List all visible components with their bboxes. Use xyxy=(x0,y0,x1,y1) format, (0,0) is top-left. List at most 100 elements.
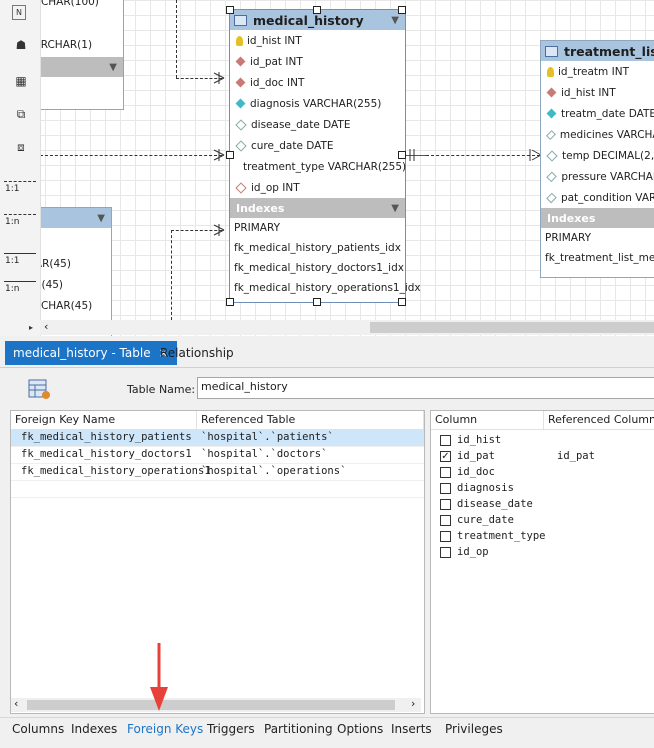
table-row[interactable]: cure_date xyxy=(431,512,654,528)
resize-handle[interactable] xyxy=(313,298,321,306)
diagram-canvas[interactable]: ARCHAR(100) VARCHAR(1) ▼ ▼ HAR(45) AR(45… xyxy=(0,0,654,336)
entity-treatment-list[interactable]: treatment_list id_treatm INT id_hist INT t… xyxy=(540,40,654,278)
column-checkbox[interactable] xyxy=(440,498,451,510)
table-row[interactable]: id_doc xyxy=(431,464,654,480)
resize-handle[interactable] xyxy=(398,6,406,14)
canvas-horizontal-scrollbar[interactable]: ‹ xyxy=(40,320,654,335)
fk-name-cell[interactable]: fk_medical_history_patients xyxy=(11,430,197,446)
index-item[interactable]: fk_medical_history_patients_idx xyxy=(230,238,405,258)
tab-inserts[interactable]: Inserts xyxy=(391,722,432,736)
fk-name-cell[interactable]: fk_medical_history_doctors1 xyxy=(11,447,197,463)
column-checkbox[interactable] xyxy=(440,434,451,446)
column-header[interactable]: Foreign Key Name xyxy=(11,411,197,429)
entity-column[interactable]: id_op INT xyxy=(230,177,405,198)
entity-header[interactable]: treatment_list xyxy=(541,41,654,61)
index-item[interactable]: fk_medical_history_doctors1_idx xyxy=(230,258,405,278)
fk-grid-horizontal-scrollbar[interactable]: ‹ › xyxy=(11,697,421,712)
column-header[interactable]: Referenced Table xyxy=(197,411,424,429)
collapse-icon[interactable]: ▼ xyxy=(391,203,399,214)
index-item[interactable]: fk_treatment_list_medic xyxy=(541,248,654,268)
resize-handle[interactable] xyxy=(226,298,234,306)
rel-1-1-tool[interactable]: 1:1 xyxy=(2,244,38,272)
table-row[interactable]: diagnosis xyxy=(431,480,654,496)
entity-column[interactable]: pressure VARCHAR(7 xyxy=(541,166,654,187)
column-checkbox[interactable]: ✓ xyxy=(440,450,451,462)
entity-column[interactable]: id_pat INT xyxy=(230,51,405,72)
table-row[interactable]: treatment_type xyxy=(431,528,654,544)
expand-toolbar-icon[interactable]: ▸ xyxy=(26,322,36,332)
entity-column[interactable]: id_hist INT xyxy=(541,82,654,103)
tab-partitioning[interactable]: Partitioning xyxy=(264,722,333,736)
resize-handle[interactable] xyxy=(398,151,406,159)
tab-options[interactable]: Options xyxy=(337,722,383,736)
resize-handle[interactable] xyxy=(398,298,406,306)
scroll-left-icon[interactable]: ‹ xyxy=(44,320,48,333)
collapse-icon[interactable]: ▼ xyxy=(391,15,399,26)
rel-1-n-identifying-tool[interactable]: 1:n xyxy=(2,205,38,233)
entity-medical-history[interactable]: medical_history ▼ id_hist INT id_pat INT i… xyxy=(229,9,421,303)
resize-handle[interactable] xyxy=(226,151,234,159)
tab-privileges[interactable]: Privileges xyxy=(445,722,503,736)
table-row-empty[interactable] xyxy=(11,481,424,498)
entity-column[interactable]: treatm_date DATE xyxy=(541,103,654,124)
table-row[interactable]: fk_medical_history_doctors1 `hospital`.`d… xyxy=(11,447,424,464)
rel-1-n-tool[interactable]: 1:n xyxy=(2,272,38,300)
note-tool-icon[interactable]: N xyxy=(12,5,26,20)
entity-column[interactable]: medicines VARCHAR( xyxy=(541,124,654,145)
column-header[interactable]: Referenced Column xyxy=(544,411,654,429)
fk-columns-grid[interactable]: Column Referenced Column id_hist ✓ id_pati… xyxy=(430,410,654,714)
column-checkbox[interactable] xyxy=(440,514,451,526)
referenced-table-cell[interactable]: `hospital`.`doctors` xyxy=(197,447,337,463)
column-checkbox[interactable] xyxy=(440,530,451,542)
column-checkbox[interactable] xyxy=(440,466,451,478)
tab-medical-history-table[interactable]: medical_history - Table × xyxy=(5,341,177,365)
tab-relationship[interactable]: Relationship xyxy=(152,341,242,365)
tab-foreign-keys[interactable]: Foreign Keys xyxy=(127,722,203,736)
index-item[interactable]: PRIMARY xyxy=(541,228,654,248)
tab-triggers[interactable]: Triggers xyxy=(207,722,255,736)
routine-tool-icon[interactable]: ⧈ xyxy=(12,138,30,156)
table-editor: Table Name: medical_history Foreign Key … xyxy=(0,368,654,718)
fk-name-cell[interactable]: fk_medical_history_operations1 xyxy=(11,464,211,480)
referenced-table-cell[interactable]: `hospital`.`patients` xyxy=(197,430,344,446)
table-name-input[interactable]: medical_history xyxy=(197,377,654,399)
column-checkbox[interactable] xyxy=(440,482,451,494)
scroll-right-icon[interactable]: › xyxy=(411,697,415,710)
entity-column[interactable]: id_hist INT xyxy=(230,30,405,51)
index-item[interactable]: fk_medical_history_operations1_idx xyxy=(230,278,421,298)
indexes-header[interactable]: Indexes ▼ xyxy=(230,198,405,218)
entity-column[interactable]: cure_date DATE xyxy=(230,135,405,156)
entity-column[interactable]: id_doc INT xyxy=(230,72,405,93)
table-row[interactable]: ✓ id_pat id_pat xyxy=(431,448,654,464)
scroll-left-icon[interactable]: ‹ xyxy=(14,697,18,710)
tab-columns[interactable]: Columns xyxy=(12,722,64,736)
rel-1-1-identifying-tool[interactable]: 1:1 xyxy=(2,172,38,200)
table-tool-icon[interactable]: ▦ xyxy=(12,72,30,90)
table-row[interactable]: id_op xyxy=(431,544,654,560)
scroll-thumb[interactable] xyxy=(370,322,654,333)
column-header[interactable]: Column xyxy=(431,411,544,429)
resize-handle[interactable] xyxy=(226,6,234,14)
entity-column[interactable]: temp DECIMAL(2,1) xyxy=(541,145,654,166)
tab-indexes[interactable]: Indexes xyxy=(71,722,117,736)
entity-column[interactable]: diagnosis VARCHAR(255) xyxy=(230,93,405,114)
column-rows: id_hist ✓ id_pat id_pat id_doc diagnosis disea… xyxy=(431,430,654,560)
image-tool-icon[interactable]: ☗ xyxy=(12,36,30,54)
entity-column[interactable]: pat_condition VARCH xyxy=(541,187,654,208)
entity-column[interactable]: disease_date DATE xyxy=(230,114,405,135)
index-item[interactable]: PRIMARY xyxy=(230,218,405,238)
indexes-header[interactable]: Indexes xyxy=(541,208,654,228)
table-row[interactable]: id_hist xyxy=(431,432,654,448)
view-tool-icon[interactable]: ⧉ xyxy=(12,105,30,123)
scroll-thumb[interactable] xyxy=(27,700,395,710)
foreign-key-grid[interactable]: Foreign Key Name Referenced Table fk_med… xyxy=(10,410,425,714)
resize-handle[interactable] xyxy=(313,6,321,14)
table-row[interactable]: fk_medical_history_operations1 `hospital`… xyxy=(11,464,424,481)
table-row[interactable]: fk_medical_history_patients `hospital`.`p… xyxy=(11,430,424,447)
entity-column[interactable]: treatment_type VARCHAR(255) xyxy=(230,156,406,177)
referenced-column-cell[interactable]: id_pat xyxy=(557,450,595,462)
table-row[interactable]: disease_date xyxy=(431,496,654,512)
referenced-table-cell[interactable]: `hospital`.`operations` xyxy=(197,464,356,480)
entity-column[interactable]: id_treatm INT xyxy=(541,61,654,82)
column-checkbox[interactable] xyxy=(440,546,451,558)
